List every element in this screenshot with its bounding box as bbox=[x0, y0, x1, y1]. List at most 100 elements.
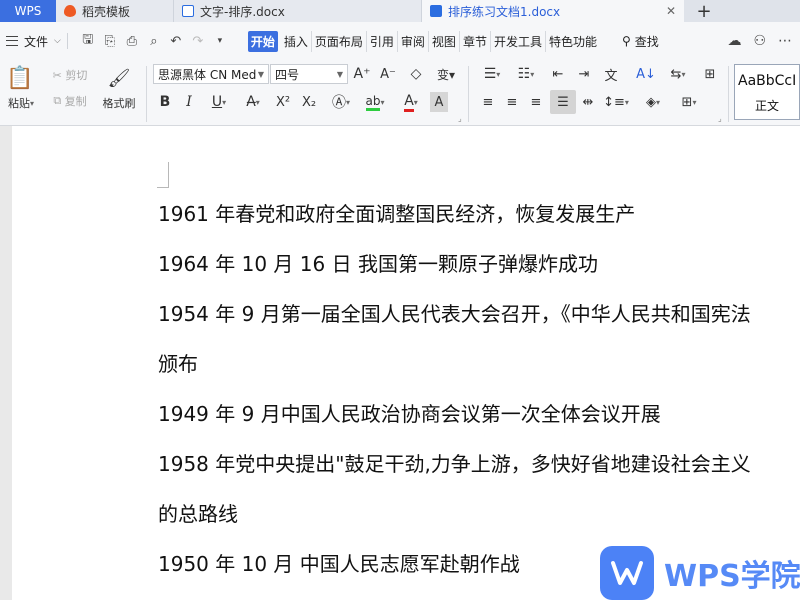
chinese-layout-icon[interactable]: 文 bbox=[600, 64, 622, 84]
hamburger-menu-icon[interactable] bbox=[6, 36, 18, 46]
character-shading-icon[interactable]: A bbox=[430, 92, 448, 112]
grow-font-icon[interactable]: A⁺ bbox=[352, 64, 372, 84]
tab-review[interactable]: 审阅 bbox=[398, 30, 429, 52]
copy-button[interactable]: ⧉ 复制 bbox=[46, 92, 94, 110]
tab-document-practice[interactable]: 排序练习文档1.docx ✕ bbox=[422, 0, 684, 22]
tab-view[interactable]: 视图 bbox=[429, 30, 460, 52]
new-tab-button[interactable]: + bbox=[684, 0, 724, 22]
document-line[interactable]: 的总路线 bbox=[158, 498, 238, 527]
docer-flame-icon bbox=[64, 5, 76, 17]
font-name-select[interactable]: 思源黑体 CN Med ▼ bbox=[153, 64, 269, 84]
highlight-color-button[interactable]: ab ▾ bbox=[360, 92, 390, 112]
paste-label: 粘贴 bbox=[7, 97, 30, 110]
phonetic-guide-icon[interactable]: 变▾ bbox=[432, 64, 460, 84]
copy-label: 复制 bbox=[64, 95, 87, 108]
subscript-icon[interactable]: X₂ bbox=[298, 92, 320, 112]
document-line[interactable]: 1961 年春党和政府全面调整国民经济，恢复发展生产 bbox=[158, 198, 635, 227]
underline-button[interactable]: U ▾ bbox=[204, 92, 234, 112]
ribbon-tabs: 开始 插入 页面布局 引用 审阅 视图 章节 开发工具 特色功能 bbox=[247, 30, 600, 52]
cut-button[interactable]: ✂ 剪切 bbox=[46, 66, 94, 84]
tab-wps-label: WPS bbox=[14, 4, 42, 18]
wps-academy-watermark: WPS学院 bbox=[600, 546, 800, 600]
align-left-icon[interactable]: ≡ bbox=[478, 92, 498, 112]
document-line[interactable]: 1958 年党中央提出"鼓足干劲,力争上游，多快好省地建设社会主义 bbox=[158, 448, 751, 477]
chevron-down-icon[interactable]: ⌵ bbox=[54, 36, 61, 46]
increase-indent-icon[interactable]: ⇥ bbox=[574, 64, 594, 84]
search-button[interactable]: ⚲ 查找 bbox=[622, 33, 659, 50]
file-menu[interactable]: 文件 bbox=[24, 33, 48, 50]
customize-toolbar-icon[interactable]: ▾ bbox=[212, 33, 228, 49]
shading-fill-icon[interactable]: ◈ ▾ bbox=[638, 92, 668, 112]
tab-template[interactable]: 稻壳模板 bbox=[56, 0, 174, 22]
tab-page-layout[interactable]: 页面布局 bbox=[312, 30, 367, 52]
share-user-icon[interactable]: ⚇ bbox=[753, 33, 766, 49]
tab-wps-home[interactable]: WPS bbox=[0, 0, 56, 22]
font-color-icon: A bbox=[404, 93, 414, 112]
chevron-down-icon: ▼ bbox=[336, 69, 343, 79]
paste-button[interactable]: 粘贴 ▾ bbox=[2, 94, 40, 112]
font-size-select[interactable]: 四号 ▼ bbox=[270, 64, 348, 84]
divider bbox=[66, 33, 68, 49]
table-insert-icon[interactable]: ⊞ bbox=[700, 64, 720, 84]
clear-format-eraser-icon[interactable]: ◇ bbox=[406, 64, 426, 84]
borders-icon[interactable]: ⊞ ▾ bbox=[674, 92, 704, 112]
format-painter-button[interactable]: 格式刷 bbox=[98, 94, 140, 112]
document-line[interactable]: 1949 年 9 月中国人民政治协商会议第一次全体会议开展 bbox=[158, 398, 661, 427]
show-hide-marks-icon[interactable]: ⇆ ▾ bbox=[664, 64, 692, 84]
document-icon bbox=[430, 5, 442, 17]
tab-chapter[interactable]: 章节 bbox=[460, 30, 491, 52]
shrink-font-icon[interactable]: A⁻ bbox=[378, 64, 398, 84]
search-icon: ⚲ bbox=[621, 34, 631, 48]
italic-button[interactable]: I bbox=[180, 92, 198, 112]
decrease-indent-icon[interactable]: ⇤ bbox=[548, 64, 568, 84]
document-line[interactable]: 1954 年 9 月第一届全国人民代表大会召开，《中华人民共和国宪法 bbox=[158, 298, 751, 327]
undo-icon[interactable]: ↶ bbox=[168, 33, 184, 49]
numbered-list-icon[interactable]: ☷ ▾ bbox=[512, 64, 540, 84]
save-icon[interactable]: 🖫 bbox=[80, 32, 96, 49]
style-normal[interactable]: AaBbCcI 正文 bbox=[734, 64, 800, 120]
font-dialog-launcher-icon[interactable]: ⌟ bbox=[458, 114, 462, 123]
divider bbox=[146, 66, 147, 122]
sort-icon[interactable]: A↓ bbox=[636, 64, 656, 84]
tab-references[interactable]: 引用 bbox=[367, 30, 398, 52]
document-page[interactable]: 1961 年春党和政府全面调整国民经济，恢复发展生产 1964 年 10 月 1… bbox=[12, 126, 800, 600]
font-color-button[interactable]: A ▾ bbox=[396, 92, 426, 112]
chevron-down-icon: ▼ bbox=[257, 69, 264, 79]
align-right-icon[interactable]: ≡ bbox=[526, 92, 546, 112]
tab-insert[interactable]: 插入 bbox=[281, 30, 312, 52]
tab-developer[interactable]: 开发工具 bbox=[491, 30, 546, 52]
style-preview: AaBbCcI bbox=[738, 73, 797, 89]
export-pdf-icon[interactable]: ⎘ bbox=[102, 33, 118, 49]
paragraph-dialog-launcher-icon[interactable]: ⌟ bbox=[718, 114, 722, 123]
copy-icon: ⧉ bbox=[53, 94, 62, 107]
bold-label: B bbox=[159, 94, 171, 110]
redo-icon[interactable]: ↷ bbox=[190, 33, 206, 49]
margin-corner-mark bbox=[157, 162, 169, 188]
format-painter-icon[interactable]: 🖌 bbox=[104, 64, 134, 92]
print-preview-icon[interactable]: ⌕ bbox=[146, 33, 162, 49]
close-tab-icon[interactable]: ✕ bbox=[666, 4, 676, 18]
document-line[interactable]: 颁布 bbox=[158, 348, 198, 377]
format-painter-label: 格式刷 bbox=[102, 97, 136, 110]
distribute-align-icon[interactable]: ⇹ bbox=[578, 92, 598, 112]
tab-home[interactable]: 开始 bbox=[247, 30, 278, 52]
line-spacing-icon[interactable]: ↕≡ ▾ bbox=[602, 92, 630, 112]
print-icon[interactable]: ⎙ bbox=[124, 33, 140, 49]
justify-icon[interactable]: ☰ bbox=[550, 90, 576, 114]
more-icon[interactable]: ⋯ bbox=[778, 33, 792, 49]
paste-icon[interactable]: 📋 bbox=[4, 64, 36, 92]
align-center-icon[interactable]: ≡ bbox=[502, 92, 522, 112]
text-effect-icon[interactable]: Ⓐ ▾ bbox=[326, 92, 356, 112]
tab-special-features[interactable]: 特色功能 bbox=[546, 31, 600, 52]
watermark-text: WPS学院 bbox=[664, 559, 800, 594]
bold-button[interactable]: B bbox=[156, 92, 174, 112]
superscript-icon[interactable]: X² bbox=[272, 92, 294, 112]
document-line[interactable]: 1950 年 10 月 中国人民志愿军赴朝作战 bbox=[158, 548, 520, 577]
tab-bar: WPS 稻壳模板 文字-排序.docx 排序练习文档1.docx ✕ + bbox=[0, 0, 800, 22]
bullet-list-icon[interactable]: ☰ ▾ bbox=[478, 64, 506, 84]
document-icon bbox=[182, 5, 194, 17]
document-line[interactable]: 1964 年 10 月 16 日 我国第一颗原子弹爆炸成功 bbox=[158, 248, 598, 277]
strikethrough-icon[interactable]: A̶ ▾ bbox=[238, 92, 268, 112]
tab-document-sort[interactable]: 文字-排序.docx bbox=[174, 0, 422, 22]
cloud-sync-icon[interactable]: ☁ bbox=[727, 33, 741, 49]
